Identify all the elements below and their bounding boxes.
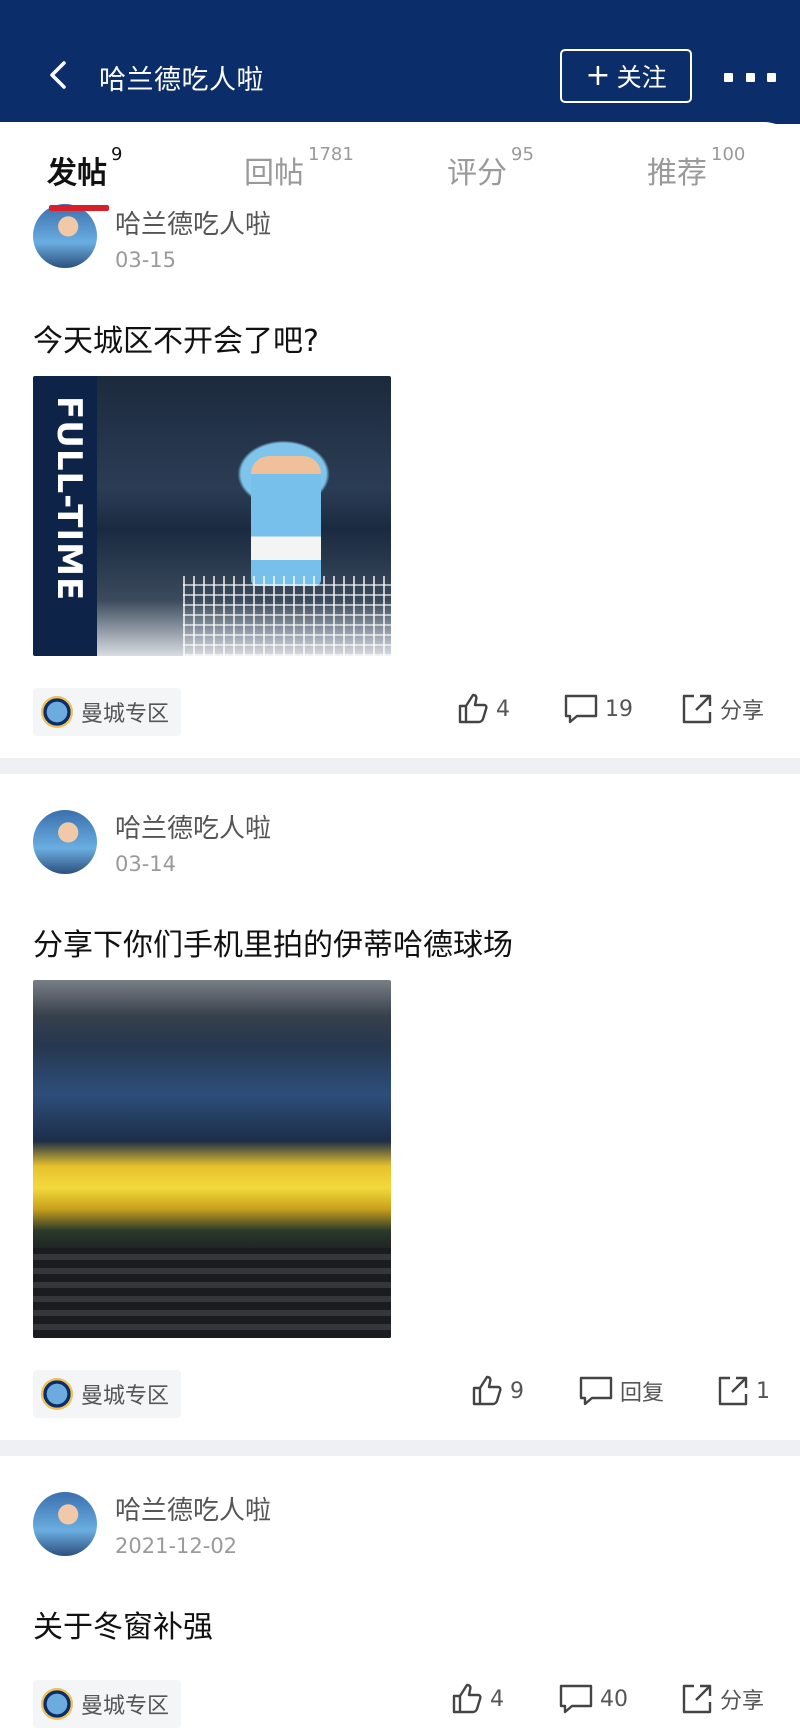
goal-net bbox=[183, 576, 391, 656]
forum-tag-label: 曼城专区 bbox=[81, 702, 170, 727]
thumbs-up-icon bbox=[458, 693, 488, 724]
post-date: 2021-12-02 bbox=[115, 1534, 238, 1558]
share-label: 分享 bbox=[720, 1689, 765, 1714]
dot-icon bbox=[745, 72, 755, 82]
forum-tag[interactable]: 曼城专区 bbox=[33, 1370, 182, 1418]
forum-tag[interactable]: 曼城专区 bbox=[33, 1680, 182, 1728]
comment-count: 19 bbox=[605, 696, 633, 722]
comment-icon bbox=[559, 1684, 593, 1714]
author-name[interactable]: 哈兰德吃人啦 bbox=[115, 204, 271, 241]
tab-label: 回帖 bbox=[244, 156, 304, 191]
stadium-seats bbox=[33, 1248, 391, 1338]
tab-replies[interactable]: 回帖1781 bbox=[244, 144, 354, 192]
post-divider bbox=[0, 758, 800, 774]
share-label: 分享 bbox=[720, 699, 765, 724]
dot-icon bbox=[767, 72, 776, 82]
post-image[interactable] bbox=[33, 980, 391, 1338]
comment-label: 回复 bbox=[620, 1381, 665, 1406]
comment-button[interactable]: 回复 bbox=[578, 1374, 664, 1408]
share-button[interactable]: 分享 bbox=[680, 692, 764, 726]
plus-icon: + bbox=[585, 58, 611, 93]
avatar[interactable] bbox=[33, 204, 97, 268]
tab-label: 评分 bbox=[447, 156, 507, 191]
like-button[interactable]: 4 bbox=[450, 1682, 504, 1716]
share-icon bbox=[718, 1376, 748, 1406]
club-badge-icon bbox=[41, 1688, 73, 1720]
image-caption: FULL-TIME bbox=[49, 396, 89, 602]
tab-count: 100 bbox=[711, 144, 746, 165]
share-icon bbox=[682, 694, 712, 724]
thumbs-up-icon bbox=[452, 1683, 482, 1714]
comment-icon bbox=[579, 1376, 613, 1406]
tab-posts[interactable]: 发帖9 bbox=[47, 144, 122, 192]
tab-label: 发帖 bbox=[47, 156, 107, 191]
follow-button[interactable]: + 关注 bbox=[560, 49, 692, 103]
post-date: 03-15 bbox=[115, 248, 177, 272]
comment-icon bbox=[564, 694, 598, 724]
tab-count: 1781 bbox=[308, 144, 354, 165]
post-card[interactable]: 哈兰德吃人啦 03-14 分享下你们手机里拍的伊蒂哈德球场 曼城专区 9 回复 … bbox=[0, 774, 800, 1440]
back-button[interactable] bbox=[40, 55, 80, 95]
post-card[interactable]: 哈兰德吃人啦 03-15 今天城区不开会了吧? FULL-TIME 曼城专区 4… bbox=[0, 200, 800, 758]
tab-count: 95 bbox=[511, 144, 534, 165]
tab-bar: 发帖9 回帖1781 评分95 推荐100 bbox=[0, 122, 800, 212]
post-card[interactable]: 哈兰德吃人啦 2021-12-02 关于冬窗补强 曼城专区 4 40 分享 bbox=[0, 1456, 800, 1728]
post-title[interactable]: 关于冬窗补强 bbox=[33, 1602, 213, 1646]
tab-recommend[interactable]: 推荐100 bbox=[647, 144, 745, 192]
dot-icon bbox=[724, 72, 733, 82]
page-title: 哈兰德吃人啦 bbox=[99, 65, 264, 96]
forum-tag-label: 曼城专区 bbox=[81, 1384, 170, 1409]
forum-tag-label: 曼城专区 bbox=[81, 1694, 170, 1719]
post-divider bbox=[0, 1440, 800, 1456]
forum-tag[interactable]: 曼城专区 bbox=[33, 688, 182, 736]
avatar[interactable] bbox=[33, 1492, 97, 1556]
post-title[interactable]: 今天城区不开会了吧? bbox=[33, 316, 319, 360]
share-count: 1 bbox=[756, 1378, 770, 1404]
tab-count: 9 bbox=[111, 144, 123, 165]
comment-button[interactable]: 40 bbox=[558, 1682, 628, 1716]
chevron-left-icon bbox=[50, 61, 66, 89]
club-badge-icon bbox=[41, 1378, 73, 1410]
more-options-button[interactable] bbox=[724, 66, 776, 88]
like-count: 4 bbox=[490, 1686, 504, 1712]
tab-label: 推荐 bbox=[647, 156, 707, 191]
comment-button[interactable]: 19 bbox=[563, 692, 633, 726]
thumbs-up-icon bbox=[472, 1375, 502, 1406]
top-bar: 哈兰德吃人啦 + 关注 bbox=[0, 0, 800, 124]
like-count: 4 bbox=[496, 696, 510, 722]
active-tab-indicator bbox=[49, 205, 109, 211]
comment-count: 40 bbox=[600, 1686, 628, 1712]
follow-label: 关注 bbox=[616, 63, 667, 92]
tab-ratings[interactable]: 评分95 bbox=[447, 144, 534, 192]
author-name[interactable]: 哈兰德吃人啦 bbox=[115, 1490, 271, 1527]
like-button[interactable]: 9 bbox=[470, 1374, 524, 1408]
like-count: 9 bbox=[510, 1378, 524, 1404]
share-button[interactable]: 分享 bbox=[680, 1682, 764, 1716]
club-badge-icon bbox=[41, 696, 73, 728]
post-image[interactable]: FULL-TIME bbox=[33, 376, 391, 656]
like-button[interactable]: 4 bbox=[456, 692, 510, 726]
post-date: 03-14 bbox=[115, 852, 177, 876]
author-name[interactable]: 哈兰德吃人啦 bbox=[115, 808, 271, 845]
player-figure bbox=[251, 456, 321, 586]
share-icon bbox=[682, 1684, 712, 1714]
avatar[interactable] bbox=[33, 810, 97, 874]
share-button[interactable]: 1 bbox=[716, 1374, 770, 1408]
post-title[interactable]: 分享下你们手机里拍的伊蒂哈德球场 bbox=[33, 920, 513, 964]
